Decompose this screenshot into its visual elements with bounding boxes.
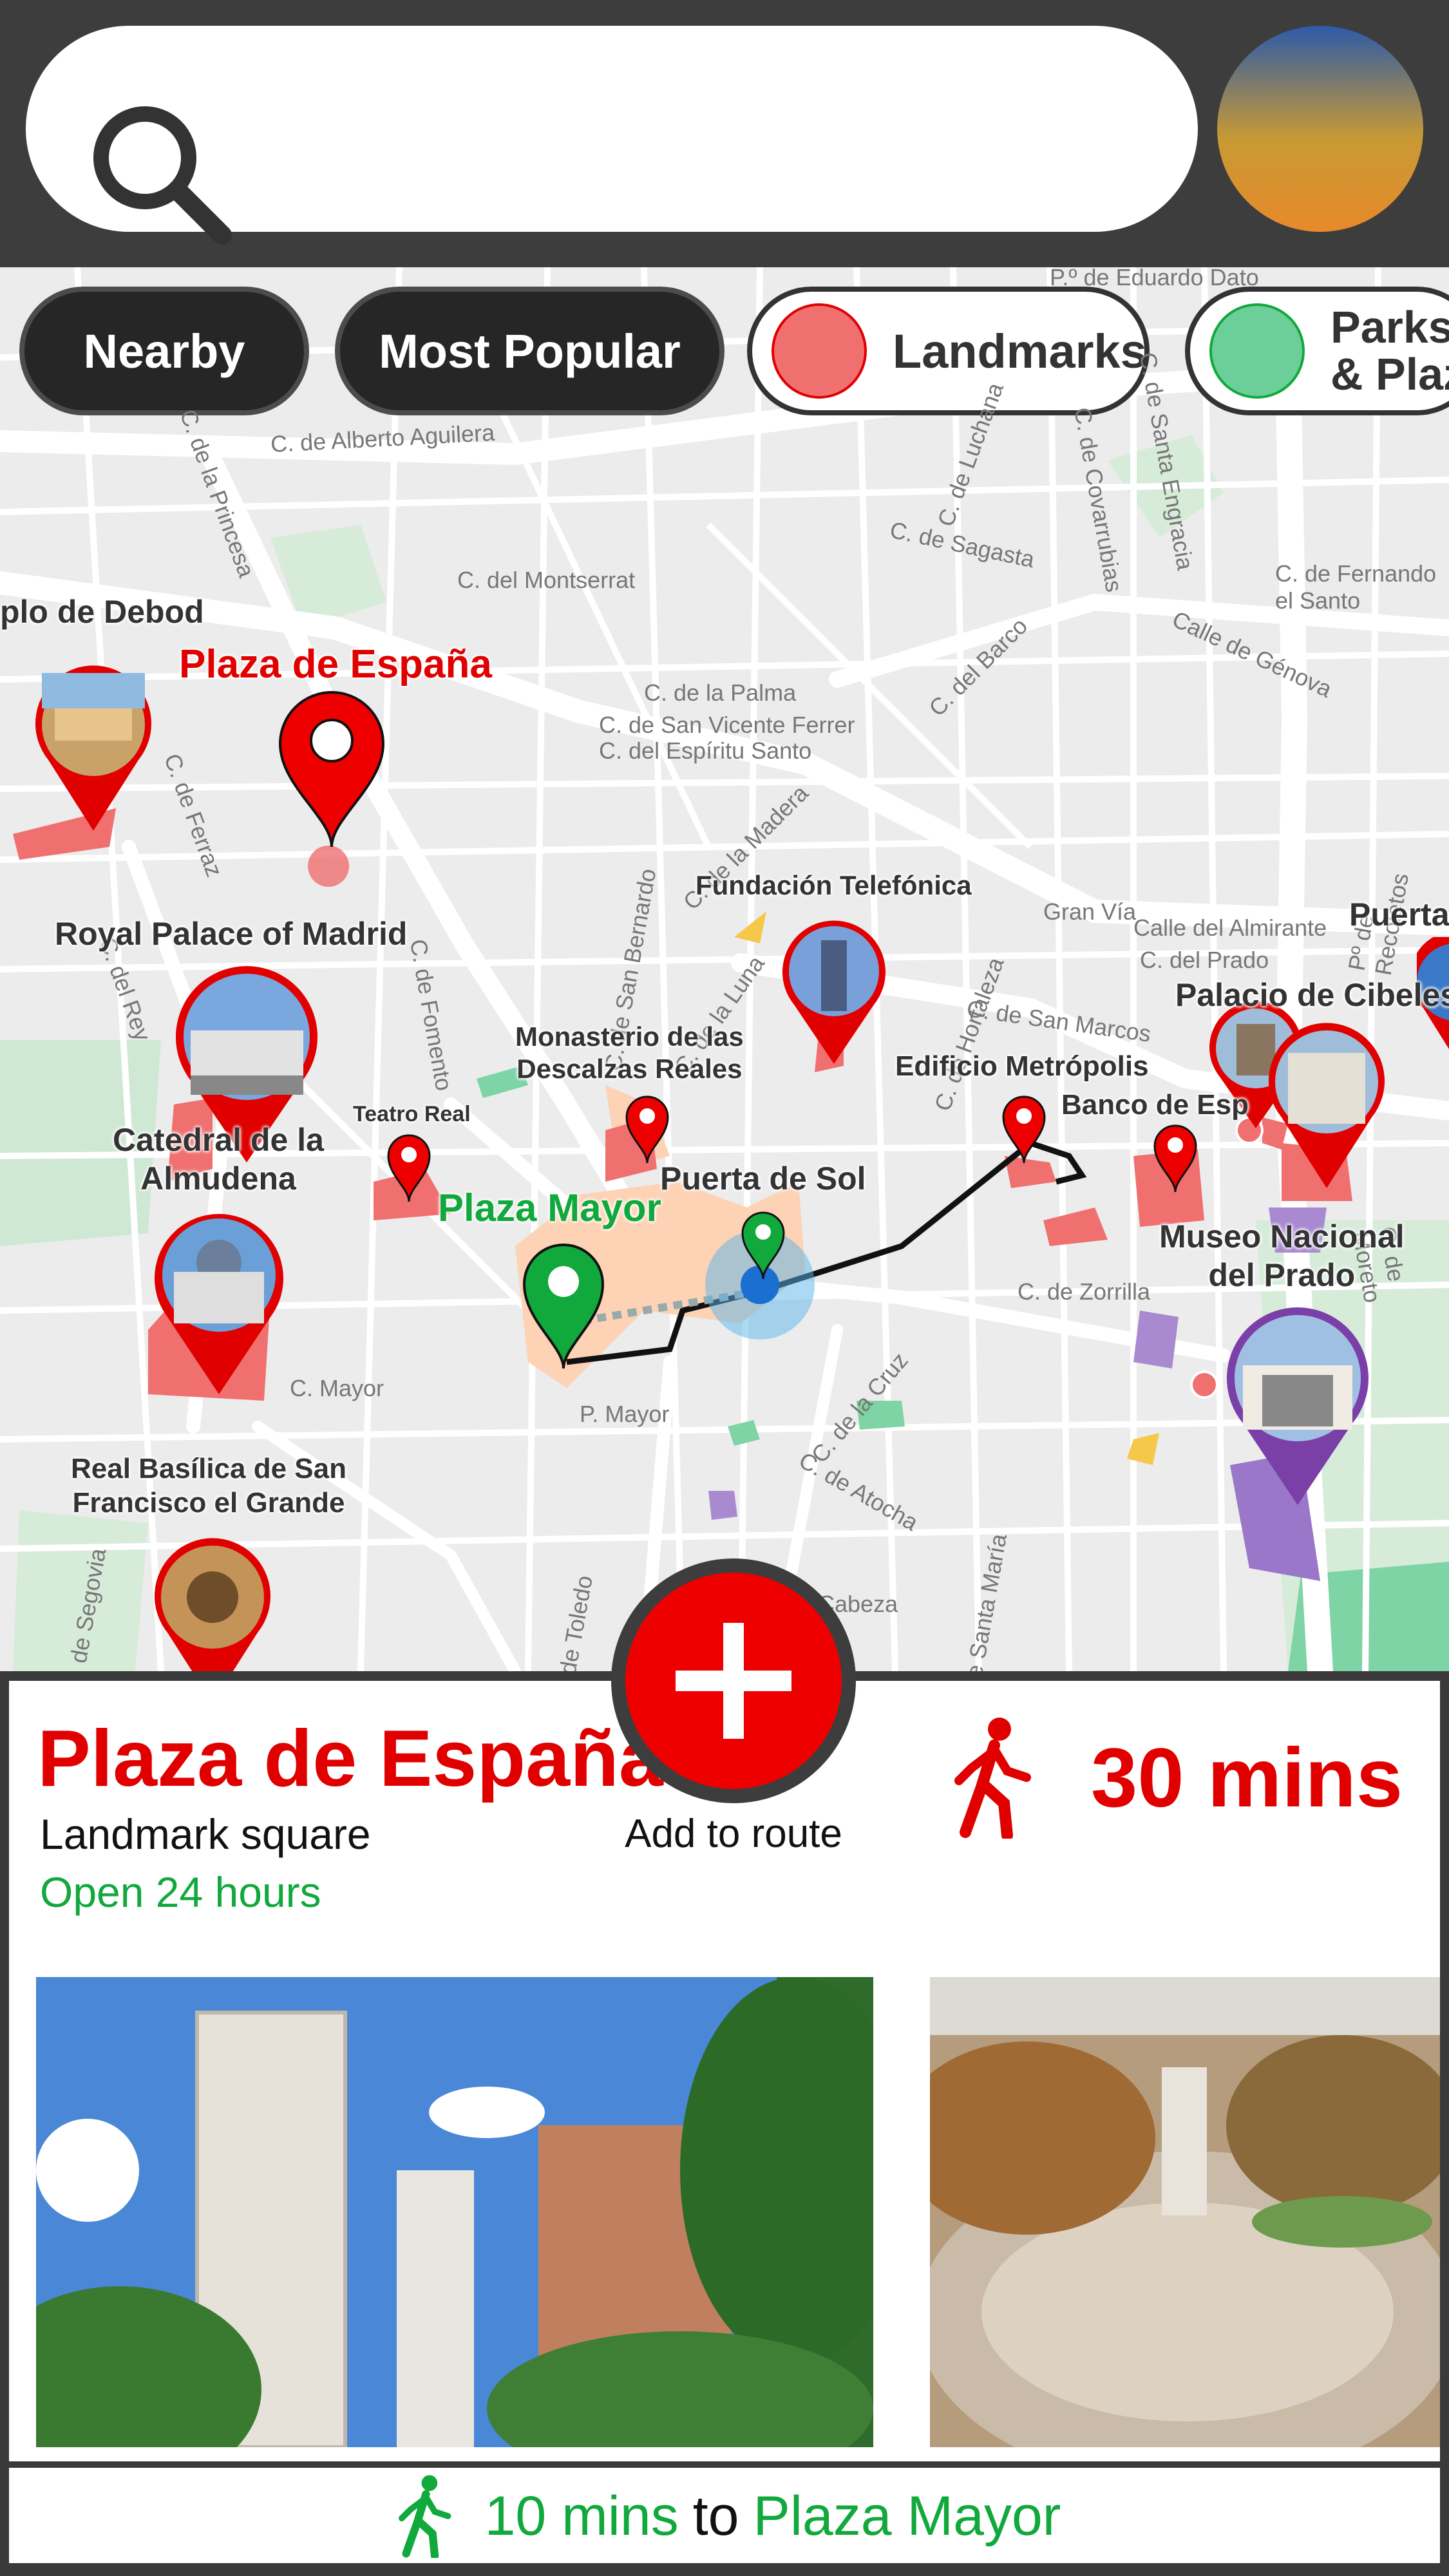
street-label: C. de Alberto Aguilera	[270, 419, 496, 458]
label-plaza-espana: Plaza de España	[179, 642, 492, 687]
avatar[interactable]	[1217, 26, 1423, 232]
street-label: C. de la Cruz	[806, 1347, 913, 1468]
street-label: C. de Ferraz	[159, 750, 228, 880]
place-photo-1[interactable]	[36, 1977, 873, 2447]
street-label: Calle de Génova	[1168, 605, 1336, 703]
map-view[interactable]: Nearby Most Popular Landmarks Parks & Pl…	[0, 267, 1449, 1671]
label-puerta-alcala: Puerta	[1349, 896, 1449, 933]
street-label: C. de Luchana	[932, 379, 1009, 530]
street-label: C. del Prado	[1140, 947, 1269, 973]
place-title: Plaza de España	[37, 1714, 663, 1803]
street-label: C. de Atocha	[794, 1446, 923, 1536]
street-label: C. del Montserrat	[457, 567, 636, 593]
label-monasterio: Monasterio de las Descalzas Reales	[515, 1021, 744, 1084]
top-bar	[0, 0, 1449, 267]
street-label: C. de Santa Engracia	[1134, 350, 1199, 572]
label-templo-debod: plo de Debod	[0, 594, 204, 630]
street-label: C. de Segovia	[59, 1546, 111, 1671]
label-teatro-real: Teatro Real	[353, 1102, 471, 1126]
label-puerta-sol: Puerta de Sol	[660, 1160, 866, 1197]
footer-to: to	[692, 2485, 739, 2547]
search-bar[interactable]	[26, 26, 1198, 245]
catedral-almudena-photo-pin[interactable]	[145, 1201, 293, 1401]
street-label: C. de Hortaleza	[929, 954, 1009, 1115]
footer-destination[interactable]: Plaza Mayor	[753, 2485, 1061, 2548]
label-banco-espana: Banco de Esp	[1061, 1089, 1249, 1121]
route-footer[interactable]: 10 mins to Plaza Mayor	[9, 2461, 1440, 2563]
place-photo-2[interactable]	[930, 1977, 1440, 2447]
palacio-cibeles-photo-pin[interactable]	[1259, 1014, 1394, 1195]
place-photo-1-image	[36, 1977, 873, 2447]
street-label: C. del Espíritu Santo	[599, 737, 812, 764]
place-photo-2-image	[930, 1977, 1440, 2447]
label-royal-palace: Royal Palace of Madrid	[55, 916, 408, 952]
street-label: C. de la Palma	[644, 679, 797, 706]
templo-debod-photo-pin[interactable]	[26, 657, 161, 837]
street-label: C. de Fomento	[404, 937, 458, 1093]
street-label: C. del Barco	[923, 612, 1033, 722]
museo-prado-photo-pin[interactable]	[1217, 1298, 1378, 1510]
walking-person-icon	[398, 2475, 451, 2558]
monasterio-descalzas-pin[interactable]	[625, 1095, 670, 1166]
street-label: C. de Zorrilla	[1018, 1278, 1151, 1305]
label-museo-prado: Museo Nacional del Prado	[1159, 1218, 1405, 1293]
search-input[interactable]	[258, 97, 1149, 162]
street-label: C. de Fernando el Santo	[1275, 560, 1437, 614]
street-label: Calle del Almirante	[1133, 914, 1327, 941]
label-catedral-almudena: Catedral de la Almudena	[113, 1122, 324, 1197]
plaza-mayor-pin[interactable]	[522, 1243, 605, 1372]
label-basilica: Real Basílica de San Francisco el Grande	[71, 1453, 346, 1519]
footer-walk-time: 10 mins	[484, 2485, 679, 2547]
place-detail-card[interactable]: Plaza de España Landmark square Open 24 …	[9, 1558, 1440, 2563]
plus-icon	[676, 1623, 791, 1739]
street-label: C. de San Vicente Ferrer	[599, 712, 855, 738]
street-label: C. de Sagasta	[887, 516, 1037, 573]
search-icon[interactable]	[84, 97, 238, 251]
walk-time: 30 mins	[1091, 1730, 1403, 1824]
street-label: C. de la Princesa	[175, 406, 260, 581]
street-label: C. de Santa María	[953, 1531, 1012, 1671]
basilica-san-francisco-photo-pin[interactable]	[145, 1530, 280, 1671]
place-type: Landmark square	[40, 1810, 371, 1858]
plaza-espana-selected-pin[interactable]	[277, 689, 386, 850]
street-label: C. de Toledo	[549, 1573, 598, 1671]
fundacion-telefonica-photo-pin[interactable]	[776, 914, 892, 1069]
add-to-route-label: Add to route	[625, 1812, 842, 1856]
edificio-metropolis-pin[interactable]	[1001, 1095, 1046, 1166]
street-label: P.º de Eduardo Dato	[1050, 267, 1259, 290]
walking-person-icon	[954, 1718, 1031, 1839]
banco-espana-pin[interactable]	[1153, 1124, 1198, 1195]
label-edificio-metropolis: Edificio Metrópolis	[895, 1050, 1149, 1082]
street-label: P. Mayor	[580, 1401, 670, 1427]
label-plaza-mayor: Plaza Mayor	[438, 1186, 661, 1229]
street-label: C. de Covarrubias	[1069, 405, 1128, 594]
label-palacio-cibeles: Palacio de Cibeles	[1175, 977, 1449, 1013]
place-hours: Open 24 hours	[40, 1868, 321, 1916]
label-fundacion-telefonica: Fundación Telefónica	[696, 870, 972, 900]
teatro-real-pin[interactable]	[386, 1133, 431, 1204]
puerta-sol-pin[interactable]	[741, 1211, 786, 1282]
street-label: Gran Vía	[1043, 898, 1137, 925]
street-label: C. Mayor	[290, 1375, 384, 1401]
add-to-route-button[interactable]	[611, 1558, 856, 1803]
